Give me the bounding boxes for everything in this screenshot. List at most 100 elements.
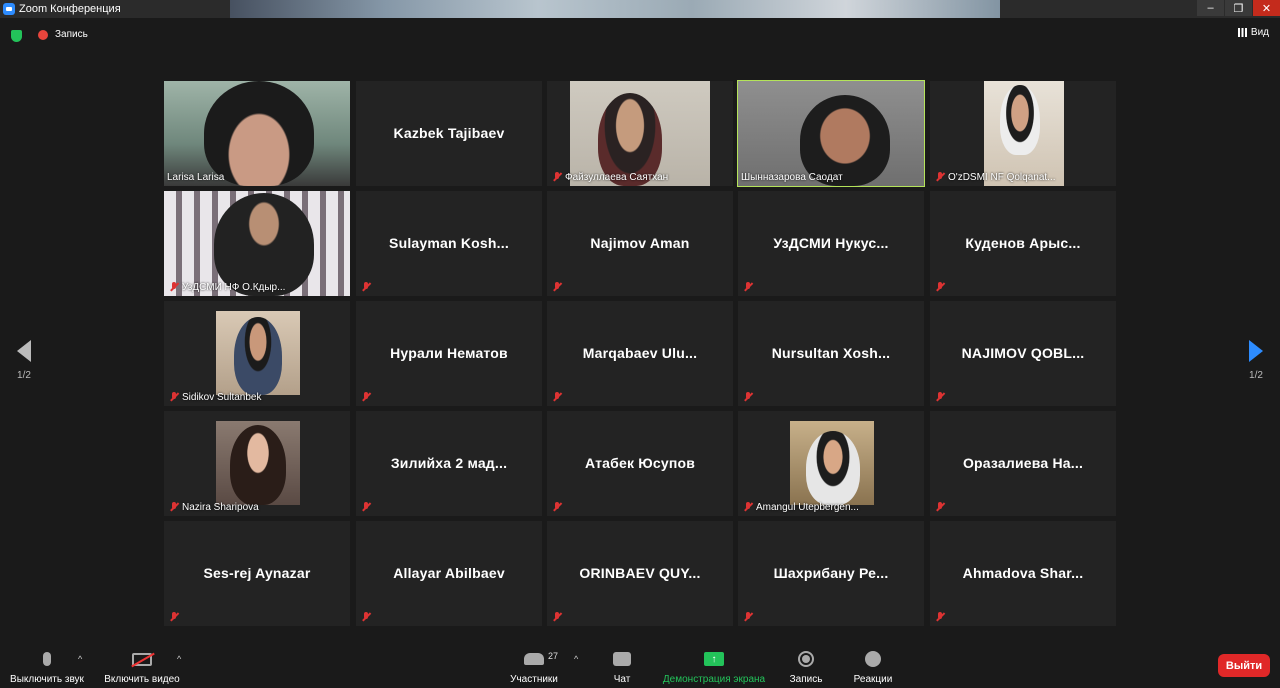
participant-tile-active[interactable]: Шынназарова Саодат — [737, 80, 925, 187]
participants-icon — [524, 653, 544, 665]
participant-tile[interactable]: Marqabaev Ulu... — [547, 301, 733, 406]
participant-name: Ses-rej Aynazar — [203, 565, 311, 581]
participant-tile[interactable]: Шахрибану Ре... — [738, 521, 924, 626]
prev-page[interactable]: 1/2 — [9, 340, 39, 381]
participant-tile[interactable]: УзДСМИ Нукус... — [738, 191, 924, 296]
participant-video — [164, 81, 350, 186]
participant-tile[interactable]: Allayar Abilbaev — [356, 521, 542, 626]
participant-photo — [216, 421, 300, 505]
title-bar: Zoom Конференция – ❐ ✕ — [0, 0, 1280, 18]
participant-tile[interactable]: Najimov Aman — [547, 191, 733, 296]
participant-tile[interactable]: NAJIMOV QOBL... — [930, 301, 1116, 406]
participant-name: Атабек Юсупов — [584, 455, 696, 471]
participant-name: ORINBAEV QUY... — [579, 565, 701, 581]
participant-name: Нурали Нематов — [390, 345, 508, 361]
participant-tile[interactable]: Nazira Sharipova — [164, 411, 350, 516]
participant-tile[interactable]: Оразалиева На... — [930, 411, 1116, 516]
participant-label: Sidikov Sultanbek — [182, 392, 262, 403]
participant-tile[interactable]: Атабек Юсупов — [547, 411, 733, 516]
muted-mic-icon — [552, 172, 562, 182]
view-button[interactable]: Вид — [1237, 27, 1269, 38]
participant-name: Sulayman Kosh... — [389, 235, 509, 251]
participant-tile[interactable]: ORINBAEV QUY... — [547, 521, 733, 626]
window-controls: – ❐ ✕ — [1196, 0, 1280, 18]
participant-tile[interactable]: Sidikov Sultanbek — [164, 301, 350, 406]
recording-label: Запись — [55, 29, 88, 40]
next-page-label: 1/2 — [1249, 370, 1263, 381]
muted-mic-icon — [935, 282, 945, 292]
participant-tile[interactable]: Куденов Арыс... — [930, 191, 1116, 296]
participant-tile[interactable]: Larisa Larisa — [164, 81, 350, 186]
prev-page-label: 1/2 — [17, 370, 31, 381]
participants-count: 27 — [548, 651, 559, 661]
muted-mic-icon — [552, 612, 562, 622]
participants-options-chevron-icon[interactable]: ^ — [574, 654, 578, 664]
mute-button[interactable]: Выключить звук — [8, 648, 86, 685]
participant-name: УзДСМИ Нукус... — [773, 235, 889, 251]
participant-tile[interactable]: Kazbek Tajibaev — [356, 81, 542, 186]
muted-mic-icon — [169, 502, 179, 512]
participant-video — [570, 81, 710, 186]
chat-button[interactable]: Чат — [602, 648, 642, 685]
record-button[interactable]: Запись — [784, 648, 828, 685]
muted-mic-icon — [935, 392, 945, 402]
audio-options-chevron-icon[interactable]: ^ — [78, 654, 82, 664]
participant-name: Kazbek Tajibaev — [393, 125, 505, 141]
arrow-left-icon — [17, 340, 31, 362]
participant-name: Marqabaev Ulu... — [582, 345, 698, 361]
maximize-button[interactable]: ❐ — [1225, 0, 1252, 16]
share-screen-icon: ↑ — [704, 652, 724, 666]
muted-mic-icon — [169, 282, 179, 292]
participants-button[interactable]: 27 Участники — [504, 648, 564, 685]
participant-video — [164, 191, 350, 296]
shield-icon[interactable] — [11, 30, 22, 42]
participant-tile[interactable]: Зилийха 2 мад... — [356, 411, 542, 516]
participant-name: Najimov Aman — [590, 235, 690, 251]
video-options-chevron-icon[interactable]: ^ — [177, 654, 181, 664]
reactions-button[interactable]: Реакции — [850, 648, 896, 685]
participant-name: Шахрибану Ре... — [773, 565, 889, 581]
participant-photo — [790, 421, 874, 505]
grid-view-icon — [1237, 28, 1247, 37]
share-label: Демонстрация экрана — [662, 674, 766, 685]
muted-mic-icon — [935, 612, 945, 622]
participant-label: Larisa Larisa — [167, 172, 225, 183]
next-page[interactable]: 1/2 — [1241, 340, 1271, 381]
mute-label: Выключить звук — [10, 674, 84, 685]
reactions-label: Реакции — [853, 674, 893, 685]
muted-mic-icon — [743, 282, 753, 292]
participant-name: Allayar Abilbaev — [393, 565, 505, 581]
leave-button[interactable]: Выйти — [1218, 654, 1270, 677]
participant-tile[interactable]: УзДСМИ НФ О.Кдыр... — [164, 191, 350, 296]
muted-mic-icon — [743, 392, 753, 402]
participant-name: NAJIMOV QOBL... — [961, 345, 1085, 361]
share-screen-button[interactable]: ↑ Демонстрация экрана — [658, 648, 770, 685]
participant-tile[interactable]: Nursultan Xosh... — [738, 301, 924, 406]
start-video-button[interactable]: Включить видео — [100, 648, 184, 685]
minimize-button[interactable]: – — [1197, 0, 1224, 16]
muted-mic-icon — [361, 392, 371, 402]
meeting-topbar: Запись Вид — [0, 18, 1280, 52]
participant-tile[interactable]: O'zDSMI NF Qolqanat... — [930, 81, 1116, 186]
participant-tile[interactable]: Ahmadova Shar... — [930, 521, 1116, 626]
muted-mic-icon — [361, 612, 371, 622]
participant-tile[interactable]: Sulayman Kosh... — [356, 191, 542, 296]
participant-tile[interactable]: Ses-rej Aynazar — [164, 521, 350, 626]
participants-label: Участники — [510, 674, 558, 685]
muted-mic-icon — [935, 172, 945, 182]
close-button[interactable]: ✕ — [1253, 0, 1280, 16]
record-icon — [798, 651, 814, 667]
muted-mic-icon — [743, 612, 753, 622]
background-strip — [230, 0, 1000, 18]
participant-tile[interactable]: Amangul Utepbergen... — [738, 411, 924, 516]
participant-tile[interactable]: Нурали Нематов — [356, 301, 542, 406]
zoom-app-icon — [3, 3, 15, 15]
participant-name: Зилийха 2 мад... — [390, 455, 508, 471]
muted-mic-icon — [552, 282, 562, 292]
participant-label: Nazira Sharipova — [182, 502, 259, 513]
participant-video — [984, 81, 1064, 186]
participant-tile[interactable]: Файзуллаева Саятхан — [547, 81, 733, 186]
video-label: Включить видео — [104, 674, 180, 685]
reaction-smiley-icon — [865, 651, 881, 667]
muted-mic-icon — [361, 502, 371, 512]
